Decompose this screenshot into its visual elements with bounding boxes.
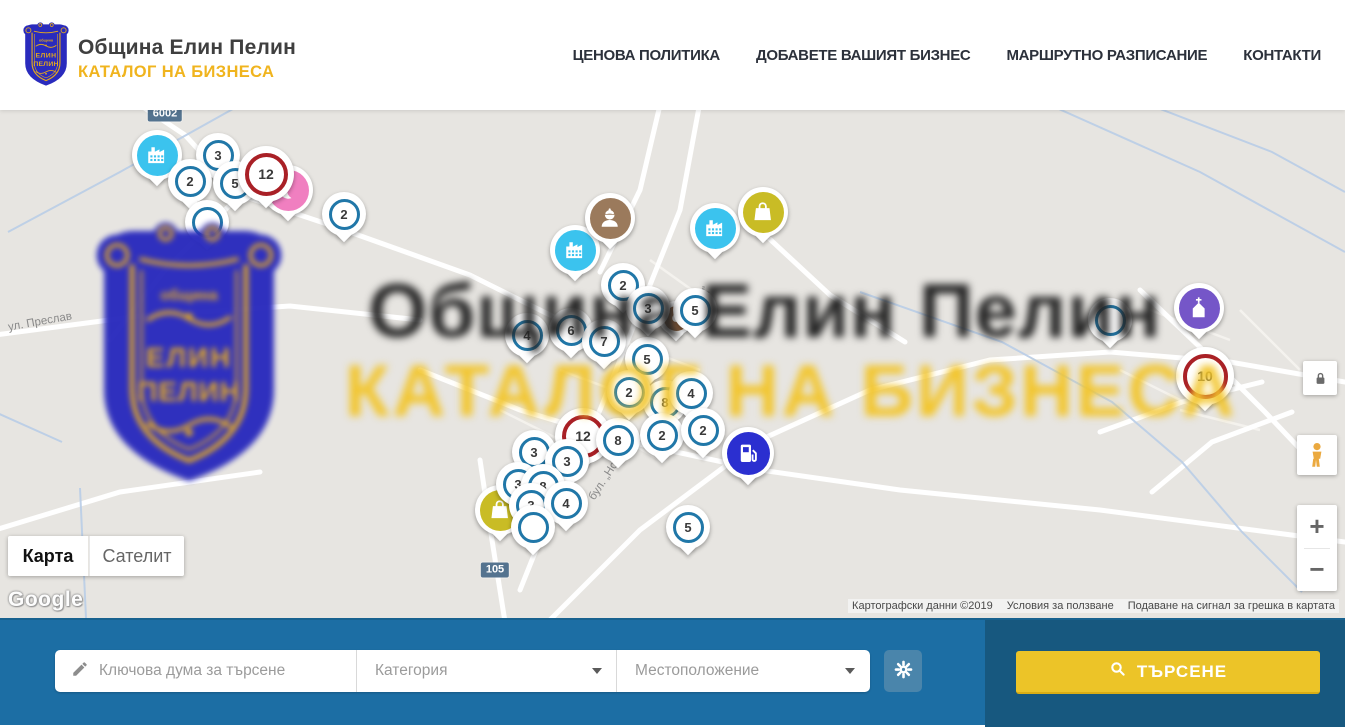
site-title: Община Елин Пелин xyxy=(78,36,296,60)
map-marker-cluster[interactable] xyxy=(185,200,229,244)
map-marker-cluster[interactable]: 5 xyxy=(666,505,710,549)
municipality-emblem-logo[interactable]: община ЕЛИН ПЕЛИН xyxy=(22,17,70,93)
map-marker-cluster[interactable]: 2 xyxy=(640,413,684,457)
search-button-panel: ТЪРСЕНЕ xyxy=(985,620,1345,727)
map-marker-cluster[interactable]: 7 xyxy=(582,319,626,363)
google-logo[interactable]: Google xyxy=(8,588,83,612)
site-title-block: Община Елин Пелин КАТАЛОГ НА БИЗНЕСА xyxy=(78,36,296,82)
search-button-label: ТЪРСЕНЕ xyxy=(1137,662,1227,682)
map-marker-cluster[interactable] xyxy=(1088,298,1132,342)
zoom-control: + − xyxy=(1297,505,1337,591)
map-marker-cluster[interactable]: 5 xyxy=(673,288,717,332)
search-field-group: Категория Местоположение xyxy=(55,650,870,692)
map-marker-cluster[interactable]: 2 xyxy=(607,370,651,414)
gear-icon xyxy=(893,659,914,683)
nav-contacts[interactable]: КОНТАКТИ xyxy=(1243,47,1321,64)
map-type-satellite-button[interactable]: Сателит xyxy=(89,536,184,576)
map-marker-cluster[interactable]: 2 xyxy=(681,408,725,452)
location-select-value: Местоположение xyxy=(635,662,837,680)
search-bar: Категория Местоположение xyxy=(0,618,1345,725)
map-canvas[interactable]: община ЕЛИН ПЕЛИН Община Елин Пелин КАТА… xyxy=(0,110,1345,618)
map-marker-fuel[interactable] xyxy=(722,427,774,479)
map-marker-cluster[interactable]: 2 xyxy=(322,192,366,236)
road-badge: 105 xyxy=(481,563,509,578)
header: община ЕЛИН ПЕЛИН Община Елин Пелин КАТА… xyxy=(0,0,1345,110)
site-subtitle: КАТАЛОГ НА БИЗНЕСА xyxy=(78,62,289,82)
map-marker-cluster[interactable]: 2 xyxy=(168,159,212,203)
lock-icon[interactable] xyxy=(1303,361,1337,395)
attribution-report-link[interactable]: Подаване на сигнал за грешка в картата xyxy=(1128,600,1335,612)
search-button[interactable]: ТЪРСЕНЕ xyxy=(1016,651,1320,694)
zoom-in-button[interactable]: + xyxy=(1297,506,1337,548)
map-marker-worker[interactable] xyxy=(585,193,635,243)
map-marker-cluster[interactable]: 10 xyxy=(1176,347,1234,405)
street-view-pegman[interactable] xyxy=(1297,435,1337,475)
category-select-value: Категория xyxy=(375,662,584,680)
svg-text:ПЕЛИН: ПЕЛИН xyxy=(33,61,58,68)
nav-add-your-business[interactable]: ДОБАВЕТЕ ВАШИЯТ БИЗНЕС xyxy=(756,47,970,64)
keyword-field-wrap xyxy=(55,650,357,692)
location-select[interactable]: Местоположение xyxy=(617,650,869,692)
search-icon xyxy=(1109,660,1127,683)
nav-route-schedule[interactable]: МАРШРУТНО РАЗПИСАНИЕ xyxy=(1006,47,1207,64)
map-type-map-button[interactable]: Карта xyxy=(8,536,88,576)
keyword-search-input[interactable] xyxy=(99,662,356,680)
attribution-copyright: Картографски данни ©2019 xyxy=(852,600,993,612)
map-marker-bag[interactable] xyxy=(738,187,788,237)
svg-text:ЕЛИН: ЕЛИН xyxy=(35,53,56,60)
map-marker-cluster[interactable]: 8 xyxy=(596,418,640,462)
map-marker-cluster[interactable]: 3 xyxy=(626,286,670,330)
map-marker-cluster[interactable]: 4 xyxy=(505,313,549,357)
zoom-out-button[interactable]: − xyxy=(1297,549,1337,591)
pencil-icon xyxy=(71,660,89,683)
svg-text:община: община xyxy=(39,38,54,42)
map-attribution: Картографски данни ©2019 Условия за полз… xyxy=(848,599,1339,613)
chevron-down-icon xyxy=(845,668,855,674)
chevron-down-icon xyxy=(592,668,602,674)
road-badge: 6002 xyxy=(148,110,182,122)
map-type-control: Карта Сателит xyxy=(8,536,184,576)
category-select[interactable]: Категория xyxy=(357,650,617,692)
main-nav: ЦЕНОВА ПОЛИТИКА ДОБАВЕТЕ ВАШИЯТ БИЗНЕС М… xyxy=(573,0,1321,110)
map-marker-cluster[interactable]: 12 xyxy=(238,146,294,202)
map-marker-cluster[interactable] xyxy=(511,505,555,549)
attribution-terms-link[interactable]: Условия за ползване xyxy=(1007,600,1114,612)
map-marker-church[interactable] xyxy=(1174,283,1224,333)
nav-pricing-policy[interactable]: ЦЕНОВА ПОЛИТИКА xyxy=(573,47,720,64)
advanced-settings-button[interactable] xyxy=(884,650,922,692)
map-marker-factory[interactable] xyxy=(690,203,740,253)
